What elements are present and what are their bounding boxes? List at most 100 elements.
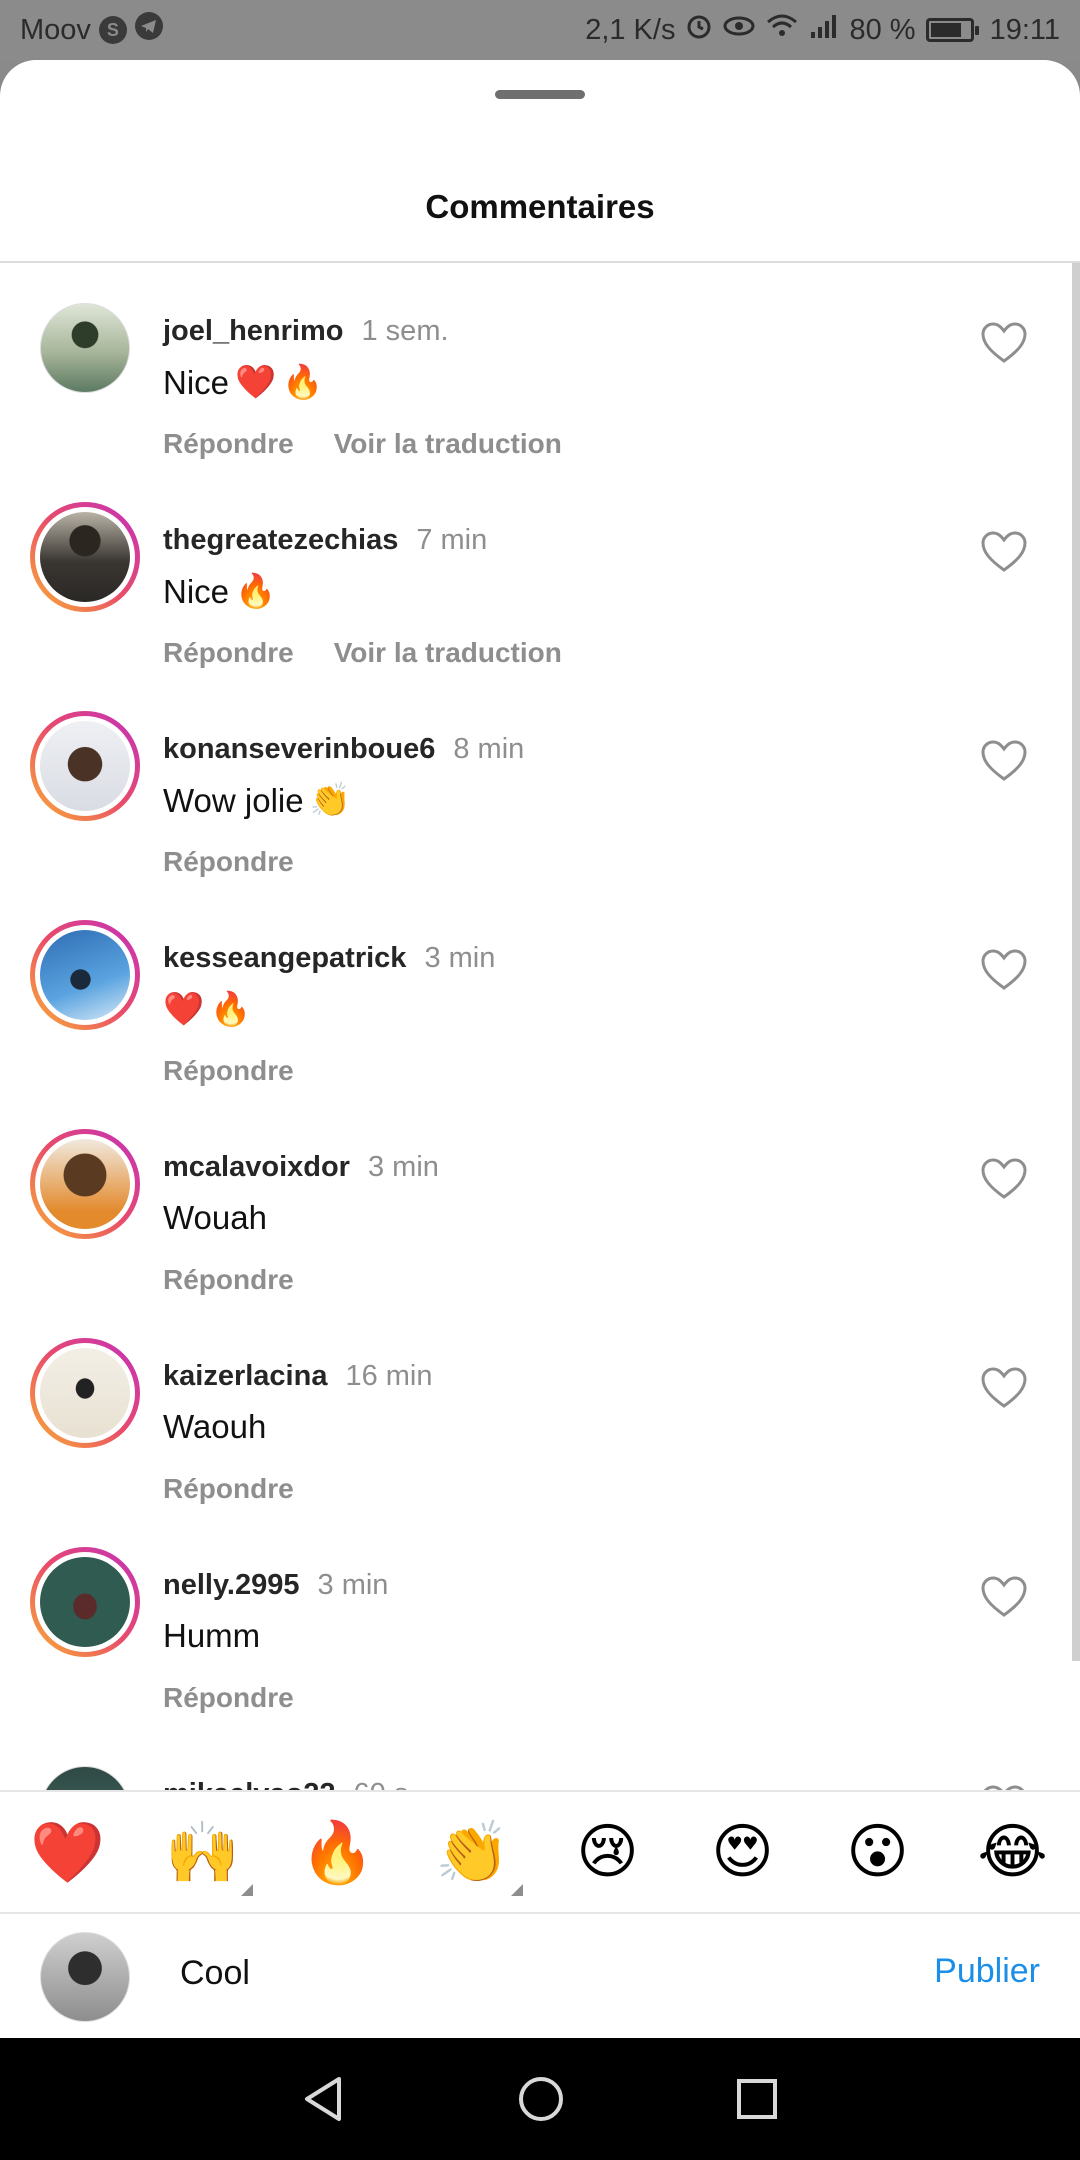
comment-body: Waouh (163, 1408, 267, 1445)
comment-username[interactable]: joel_henrimo (163, 315, 344, 348)
comment-text: Wow jolie 👏 (163, 781, 351, 820)
comment-time: 3 min (424, 942, 496, 974)
recents-square-icon[interactable] (735, 2077, 779, 2121)
avatar (40, 1932, 130, 2022)
drag-handle[interactable] (495, 90, 585, 99)
comment-emoji: 🔥 (235, 572, 277, 609)
skin-tone-indicator (240, 1883, 253, 1896)
emoji-heart-eyes-button[interactable]: 😍 (703, 1817, 783, 1887)
comment-username[interactable]: kesseangepatrick (163, 942, 406, 975)
comment-time: 8 min (453, 733, 525, 765)
comment-item: mcalavoixdor 3 min Wouah Répondre (0, 1099, 1080, 1308)
page-title: Commentaires (425, 188, 655, 225)
avatar[interactable] (30, 502, 140, 612)
comment-input[interactable]: Cool (180, 1954, 250, 1993)
comment-item: kesseangepatrick 3 min ❤️ 🔥 Répondre (0, 890, 1080, 1099)
comment-emoji: ❤️ (163, 990, 205, 1027)
comment-body: Wow jolie (163, 781, 304, 819)
alarm-icon (685, 12, 713, 48)
reply-button[interactable]: Répondre (163, 637, 294, 669)
comment-time: 3 min (367, 1151, 439, 1183)
reply-button[interactable]: Répondre (163, 1473, 294, 1505)
heart-outline-icon[interactable] (980, 739, 1028, 783)
clock: 19:11 (989, 13, 1060, 46)
comment-username[interactable]: mcalavoixdor (163, 1151, 350, 1184)
comment-username[interactable]: konanseverinboue6 (163, 733, 435, 766)
translate-button[interactable]: Voir la traduction (334, 428, 562, 460)
emoji-glyph: 🙌 (165, 1818, 240, 1886)
eye-icon (723, 12, 755, 48)
navigation-bar (0, 2038, 1080, 2160)
emoji-raised-hands-button[interactable]: 🙌 (163, 1817, 253, 1896)
wifi-icon (765, 12, 799, 48)
emoji-fire-button[interactable]: 🔥 (298, 1817, 378, 1888)
comment-emoji: 🔥 (282, 363, 324, 400)
comment-text: Humm (163, 1617, 260, 1655)
heart-outline-icon[interactable] (980, 321, 1028, 365)
scrollbar[interactable] (1072, 263, 1080, 1661)
comment-username[interactable]: thegreatezechias (163, 524, 398, 557)
avatar[interactable] (30, 711, 140, 821)
emoji-crying-button[interactable]: 😢 (568, 1817, 648, 1887)
avatar[interactable] (30, 920, 140, 1030)
comment-emoji: ❤️ (235, 363, 277, 400)
signal-icon (809, 12, 839, 48)
carrier-group: Moov S (20, 12, 163, 48)
avatar[interactable] (30, 293, 140, 403)
heart-outline-icon[interactable] (980, 948, 1028, 992)
back-triangle-icon[interactable] (301, 2074, 347, 2124)
comment-item: nelly.2995 3 min Humm Répondre (0, 1517, 1080, 1726)
emoji-joy-button[interactable]: 😂 (973, 1817, 1053, 1887)
comment-body: Nice (163, 363, 230, 401)
emoji-glyph: 👏 (435, 1818, 510, 1886)
comment-text: Wouah (163, 1199, 267, 1237)
heart-outline-icon[interactable] (980, 1366, 1028, 1410)
emoji-heart-button[interactable]: ❤️ (28, 1817, 108, 1888)
translate-button[interactable]: Voir la traduction (334, 637, 562, 669)
comment-username[interactable]: kaizerlacina (163, 1360, 327, 1393)
comment-emoji: 🔥 (210, 990, 252, 1027)
avatar[interactable] (30, 1338, 140, 1448)
publish-button[interactable]: Publier (934, 1952, 1040, 1991)
comment-text: Nice 🔥 (163, 572, 276, 611)
comment-emoji: 👏 (309, 781, 351, 818)
reply-button[interactable]: Répondre (163, 1055, 294, 1087)
avatar[interactable] (30, 1129, 140, 1239)
comment-body: Humm (163, 1617, 261, 1654)
carrier-name: Moov (20, 13, 91, 46)
comment-item: joel_henrimo 1 sem. Nice ❤️ 🔥 Répondre V… (0, 263, 1080, 472)
comment-username[interactable]: mikaelyao22 (163, 1778, 336, 1790)
comment-body: Wouah (163, 1199, 267, 1236)
heart-outline-icon[interactable] (980, 1157, 1028, 1201)
reply-button[interactable]: Répondre (163, 1264, 294, 1296)
comment-time: 60 s (354, 1778, 409, 1790)
emoji-surprised-button[interactable]: 😮 (838, 1817, 918, 1887)
comment-time: 7 min (416, 524, 488, 556)
status-bar: Moov S 2,1 K/s 80 % 19:11 (0, 0, 1080, 60)
home-circle-icon[interactable] (517, 2075, 565, 2123)
comment-text: Nice ❤️ 🔥 (163, 363, 323, 402)
emoji-clap-button[interactable]: 👏 (433, 1817, 523, 1896)
avatar[interactable] (30, 1756, 140, 1790)
comment-item: thegreatezechias 7 min Nice 🔥 Répondre V… (0, 472, 1080, 681)
network-speed: 2,1 K/s (585, 13, 676, 46)
comment-time: 16 min (345, 1360, 433, 1392)
comment-list[interactable]: joel_henrimo 1 sem. Nice ❤️ 🔥 Répondre V… (0, 263, 1080, 1790)
reply-button[interactable]: Répondre (163, 1682, 294, 1714)
s-app-icon: S (98, 16, 127, 44)
skin-tone-indicator (510, 1883, 523, 1896)
comment-username[interactable]: nelly.2995 (163, 1569, 300, 1602)
avatar[interactable] (30, 1547, 140, 1657)
reply-button[interactable]: Répondre (163, 428, 294, 460)
comments-sheet: Commentaires joel_henrimo 1 sem. Nice ❤️… (0, 60, 1080, 2038)
comment-text: ❤️ 🔥 (163, 990, 251, 1029)
battery-percent: 80 % (849, 13, 916, 46)
comment-composer: Cool Publier (0, 1912, 1080, 2038)
telegram-icon (134, 12, 163, 48)
comment-text: Waouh (163, 1408, 266, 1446)
comment-time: 3 min (317, 1569, 389, 1601)
reply-button[interactable]: Répondre (163, 846, 294, 878)
comment-item: mikaelyao22 60 s (0, 1726, 1080, 1790)
heart-outline-icon[interactable] (980, 1575, 1028, 1619)
heart-outline-icon[interactable] (980, 530, 1028, 574)
